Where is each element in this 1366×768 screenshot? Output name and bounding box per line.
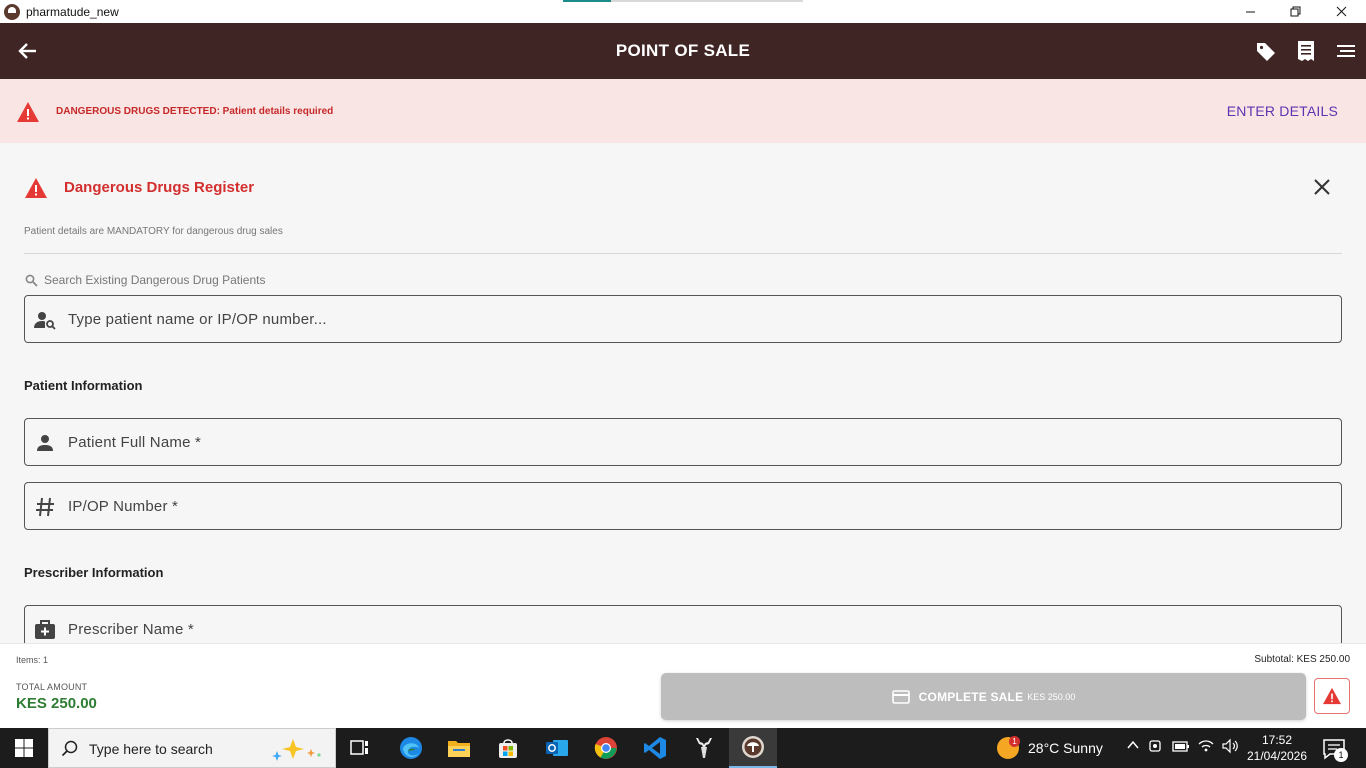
ipop-number-field[interactable]: IP/OP Number * [24, 482, 1342, 530]
loading-progress-strip [563, 0, 803, 2]
system-tray [1126, 738, 1240, 754]
notification-count-badge: 1 [1334, 748, 1348, 762]
wifi-icon[interactable] [1198, 738, 1214, 754]
sparkle-decoration-icon [272, 739, 321, 761]
search-patients-label: Search Existing Dangerous Drug Patients [44, 273, 266, 287]
credit-card-icon [891, 689, 910, 704]
close-window-button[interactable] [1318, 0, 1364, 23]
complete-sale-button[interactable]: COMPLETE SALE KES 250.00 [661, 673, 1306, 720]
clock-time: 17:52 [1261, 733, 1293, 747]
enter-details-button[interactable]: ENTER DETAILS [1227, 103, 1338, 119]
file-explorer-icon [448, 741, 470, 757]
prescriber-information-heading: Prescriber Information [24, 565, 164, 580]
search-placeholder: Type patient name or IP/OP number... [68, 311, 327, 328]
prescriber-name-label: Prescriber Name * [68, 621, 194, 638]
meet-now-icon[interactable] [1148, 738, 1164, 754]
divider [24, 253, 1342, 254]
taskbar-search-box[interactable]: Type here to search [48, 728, 336, 768]
tag-icon [1257, 43, 1275, 61]
warning-icon [17, 102, 39, 122]
dangerous-drugs-alert-button[interactable] [1314, 678, 1350, 714]
windows-taskbar: Type here to search 1 28°C Sunny 17:52 2… [0, 728, 1366, 768]
person-icon [37, 435, 53, 451]
task-view-icon [350, 740, 368, 755]
dangerous-drugs-banner: DANGEROUS DRUGS DETECTED: Patient detail… [0, 79, 1366, 143]
register-title: Dangerous Drugs Register [64, 179, 255, 196]
vscode-icon [644, 737, 666, 759]
system-clock[interactable]: 17:52 21/04/2026 [1244, 732, 1310, 764]
medical-bag-icon [35, 620, 55, 639]
taskbar-app-deer[interactable] [680, 728, 728, 768]
patient-full-name-label: Patient Full Name * [68, 434, 202, 451]
dangerous-drugs-register-form: Dangerous Drugs Register Patient details… [0, 143, 1366, 643]
total-amount-value: KES 250.00 [16, 695, 97, 712]
app-header: POINT OF SALE [0, 23, 1366, 79]
edge-icon [400, 737, 422, 759]
tag-button[interactable] [1254, 39, 1278, 63]
back-button[interactable] [14, 37, 42, 65]
taskbar-chrome[interactable] [582, 728, 630, 768]
pharmatude-icon [742, 736, 764, 758]
items-count: Items: 1 [16, 655, 49, 665]
task-view-button[interactable] [336, 728, 384, 768]
battery-icon[interactable] [1172, 738, 1190, 754]
total-amount-label: TOTAL AMOUNT [16, 682, 88, 692]
restore-icon [1290, 6, 1300, 17]
chevron-up-icon[interactable] [1126, 738, 1140, 752]
complete-sale-amount: KES 250.00 [1027, 691, 1076, 702]
taskbar-edge[interactable] [387, 728, 435, 768]
search-icon [25, 274, 38, 287]
taskbar-outlook[interactable] [533, 728, 581, 768]
person-search-icon [34, 312, 56, 330]
patient-search-input[interactable]: Type patient name or IP/OP number... [24, 295, 1342, 343]
search-icon [61, 740, 78, 757]
start-button[interactable] [0, 728, 48, 768]
arrow-back-icon [18, 43, 36, 59]
taskbar-vscode[interactable] [631, 728, 679, 768]
clock-date: 21/04/2026 [1246, 749, 1308, 763]
warning-icon [25, 178, 47, 198]
taskbar-file-explorer[interactable] [435, 728, 483, 768]
patient-full-name-field[interactable]: Patient Full Name * [24, 418, 1342, 466]
outlook-icon [546, 740, 568, 756]
store-icon [499, 739, 517, 758]
menu-button[interactable] [1334, 39, 1358, 63]
close-icon [1336, 6, 1346, 17]
chrome-icon [594, 737, 617, 759]
banner-message: DANGEROUS DRUGS DETECTED: Patient detail… [56, 106, 334, 117]
subtotal: Subtotal: KES 250.00 [1254, 654, 1350, 665]
patient-information-heading: Patient Information [24, 378, 143, 393]
taskbar-search-placeholder: Type here to search [89, 741, 213, 757]
sale-footer: Items: 1 Subtotal: KES 250.00 TOTAL AMOU… [0, 643, 1366, 728]
close-icon [1314, 179, 1330, 195]
menu-icon [1337, 45, 1355, 57]
receipt-button[interactable] [1294, 39, 1318, 63]
register-subtitle: Patient details are MANDATORY for danger… [24, 226, 283, 237]
weather-badge: 1 [1009, 736, 1020, 747]
taskbar-store[interactable] [484, 728, 532, 768]
volume-icon[interactable] [1222, 738, 1240, 754]
ipop-number-label: IP/OP Number * [68, 498, 179, 515]
receipt-icon [1298, 41, 1314, 61]
weather-text[interactable]: 28°C Sunny [1028, 740, 1103, 756]
close-register-button[interactable] [1310, 175, 1334, 199]
windows-logo-icon [15, 739, 33, 757]
window-title: pharmatude_new [26, 4, 119, 19]
minimize-button[interactable] [1227, 0, 1273, 23]
taskbar-pharmatude[interactable] [729, 728, 777, 768]
app-logo-icon [4, 3, 20, 20]
prescriber-name-field[interactable]: Prescriber Name * [24, 605, 1342, 643]
page-title: POINT OF SALE [615, 41, 751, 60]
complete-sale-label: COMPLETE SALE [918, 689, 1024, 704]
warning-icon [1323, 687, 1341, 705]
app-deer-icon [696, 738, 712, 758]
restore-button[interactable] [1272, 0, 1318, 23]
hash-icon [36, 497, 54, 517]
minimize-icon [1245, 11, 1255, 13]
window-title-bar: pharmatude_new [0, 0, 1366, 23]
